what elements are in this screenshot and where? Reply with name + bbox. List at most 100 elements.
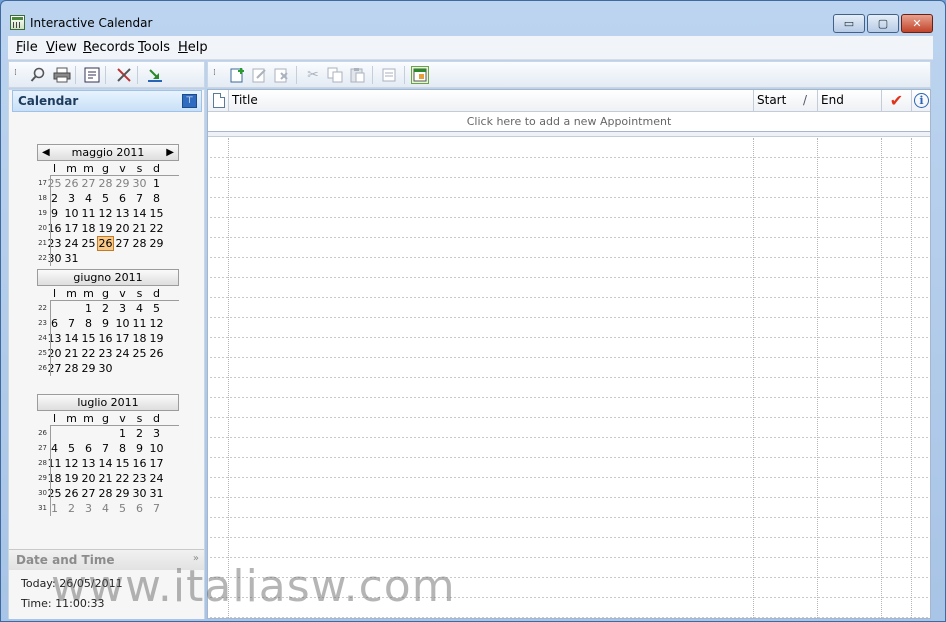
add-appointment-row[interactable]: Click here to add a new Appointment — [208, 112, 930, 132]
day-cell[interactable]: 17 — [148, 456, 165, 471]
day-cell[interactable]: 6 — [114, 191, 131, 206]
day-cell[interactable]: 2 — [97, 301, 114, 316]
day-cell[interactable]: 24 — [148, 471, 165, 486]
day-cell[interactable]: 7 — [63, 316, 80, 331]
menu-view[interactable]: View — [46, 40, 77, 55]
day-cell[interactable]: 14 — [97, 456, 114, 471]
day-cell[interactable]: 26 — [63, 486, 80, 501]
menu-file[interactable]: File — [16, 40, 38, 55]
collapse-chevron-icon[interactable]: » — [193, 553, 199, 564]
day-cell[interactable]: 1 — [114, 426, 131, 441]
day-cell[interactable]: 28 — [63, 361, 80, 376]
day-cell[interactable]: 15 — [114, 456, 131, 471]
day-cell[interactable]: 11 — [80, 206, 97, 221]
day-cell[interactable]: 19 — [148, 331, 165, 346]
find-icon[interactable] — [29, 66, 47, 84]
week-number[interactable]: 26 — [33, 364, 47, 372]
day-cell[interactable]: 12 — [97, 206, 114, 221]
day-cell[interactable]: 28 — [97, 486, 114, 501]
day-cell[interactable]: 20 — [80, 471, 97, 486]
doc-column-header[interactable] — [208, 90, 228, 112]
day-cell[interactable]: 27 — [80, 486, 97, 501]
week-number[interactable]: 28 — [33, 459, 47, 467]
title-column-header[interactable]: Title — [228, 90, 753, 112]
day-cell[interactable]: 9 — [97, 316, 114, 331]
print-icon[interactable] — [53, 66, 71, 84]
day-cell[interactable]: 30 — [46, 251, 63, 266]
week-number[interactable]: 19 — [33, 209, 47, 217]
toolbar-grip-icon[interactable]: ⁞ — [14, 68, 17, 78]
day-cell[interactable]: 19 — [63, 471, 80, 486]
day-cell[interactable]: 1 — [80, 301, 97, 316]
month-header[interactable]: giugno 2011 — [37, 269, 179, 286]
day-cell[interactable]: 15 — [148, 206, 165, 221]
day-cell[interactable]: 30 — [97, 361, 114, 376]
day-cell[interactable]: 26 — [63, 176, 80, 191]
day-cell[interactable]: 27 — [114, 236, 131, 251]
date-time-header[interactable]: Date and Time » — [9, 549, 204, 570]
week-number[interactable]: 21 — [33, 239, 47, 247]
day-cell[interactable]: 11 — [46, 456, 63, 471]
day-cell[interactable]: 14 — [63, 331, 80, 346]
day-cell[interactable]: 13 — [46, 331, 63, 346]
week-number[interactable]: 17 — [33, 179, 47, 187]
day-cell[interactable]: 6 — [80, 441, 97, 456]
maximize-button[interactable]: ▢ — [867, 14, 899, 33]
day-cell[interactable]: 25 — [80, 236, 97, 251]
day-cell[interactable]: 18 — [131, 331, 148, 346]
day-cell[interactable]: 29 — [114, 176, 131, 191]
day-cell[interactable]: 23 — [46, 236, 63, 251]
day-cell[interactable]: 19 — [97, 221, 114, 236]
week-number[interactable]: 22 — [33, 304, 47, 312]
copy-icon[interactable] — [326, 66, 344, 84]
day-cell[interactable]: 20 — [114, 221, 131, 236]
info-column-header[interactable]: i — [911, 90, 930, 112]
day-cell[interactable]: 29 — [148, 236, 165, 251]
day-cell[interactable]: 3 — [114, 301, 131, 316]
day-cell[interactable]: 26 — [148, 346, 165, 361]
day-cell[interactable]: 20 — [46, 346, 63, 361]
day-cell[interactable]: 7 — [131, 191, 148, 206]
day-cell[interactable]: 30 — [131, 176, 148, 191]
menu-records[interactable]: Records — [83, 40, 135, 55]
day-cell[interactable]: 21 — [63, 346, 80, 361]
day-cell[interactable]: 28 — [131, 236, 148, 251]
day-cell[interactable]: 18 — [80, 221, 97, 236]
day-cell[interactable]: 5 — [97, 191, 114, 206]
day-cell[interactable]: 16 — [131, 456, 148, 471]
day-cell[interactable]: 10 — [114, 316, 131, 331]
day-cell[interactable]: 3 — [148, 426, 165, 441]
week-number[interactable]: 20 — [33, 224, 47, 232]
day-cell[interactable]: 1 — [148, 176, 165, 191]
day-cell[interactable]: 8 — [80, 316, 97, 331]
day-cell[interactable]: 16 — [46, 221, 63, 236]
pin-icon[interactable]: ⊤ — [182, 94, 197, 108]
week-number[interactable]: 31 — [33, 504, 47, 512]
day-cell[interactable]: 21 — [131, 221, 148, 236]
day-cell[interactable]: 13 — [114, 206, 131, 221]
day-cell[interactable]: 8 — [114, 441, 131, 456]
completed-column-header[interactable]: ✔ — [881, 90, 911, 112]
day-cell[interactable]: 4 — [46, 441, 63, 456]
day-cell[interactable]: 4 — [80, 191, 97, 206]
day-cell[interactable]: 18 — [46, 471, 63, 486]
paste-icon[interactable] — [348, 66, 366, 84]
month-header[interactable]: maggio 2011 ◀ ▶ — [37, 144, 179, 161]
day-cell[interactable]: 3 — [80, 501, 97, 516]
delete-appointment-icon[interactable] — [272, 66, 290, 84]
day-cell[interactable]: 12 — [148, 316, 165, 331]
appointment-rows[interactable] — [208, 138, 930, 618]
toolbar-grip-icon[interactable]: ⁞ — [213, 68, 216, 78]
minimize-button[interactable]: ▭ — [833, 14, 865, 33]
settings-icon[interactable] — [115, 66, 133, 84]
menu-help[interactable]: Help — [178, 40, 208, 55]
day-cell[interactable]: 25 — [131, 346, 148, 361]
close-button[interactable]: ✕ — [901, 14, 933, 33]
day-cell[interactable]: 21 — [97, 471, 114, 486]
day-cell[interactable]: 22 — [148, 221, 165, 236]
day-cell[interactable]: 23 — [97, 346, 114, 361]
end-column-header[interactable]: End — [817, 90, 881, 112]
day-cell[interactable]: 4 — [97, 501, 114, 516]
day-cell[interactable]: 6 — [46, 316, 63, 331]
day-cell[interactable]: 14 — [131, 206, 148, 221]
